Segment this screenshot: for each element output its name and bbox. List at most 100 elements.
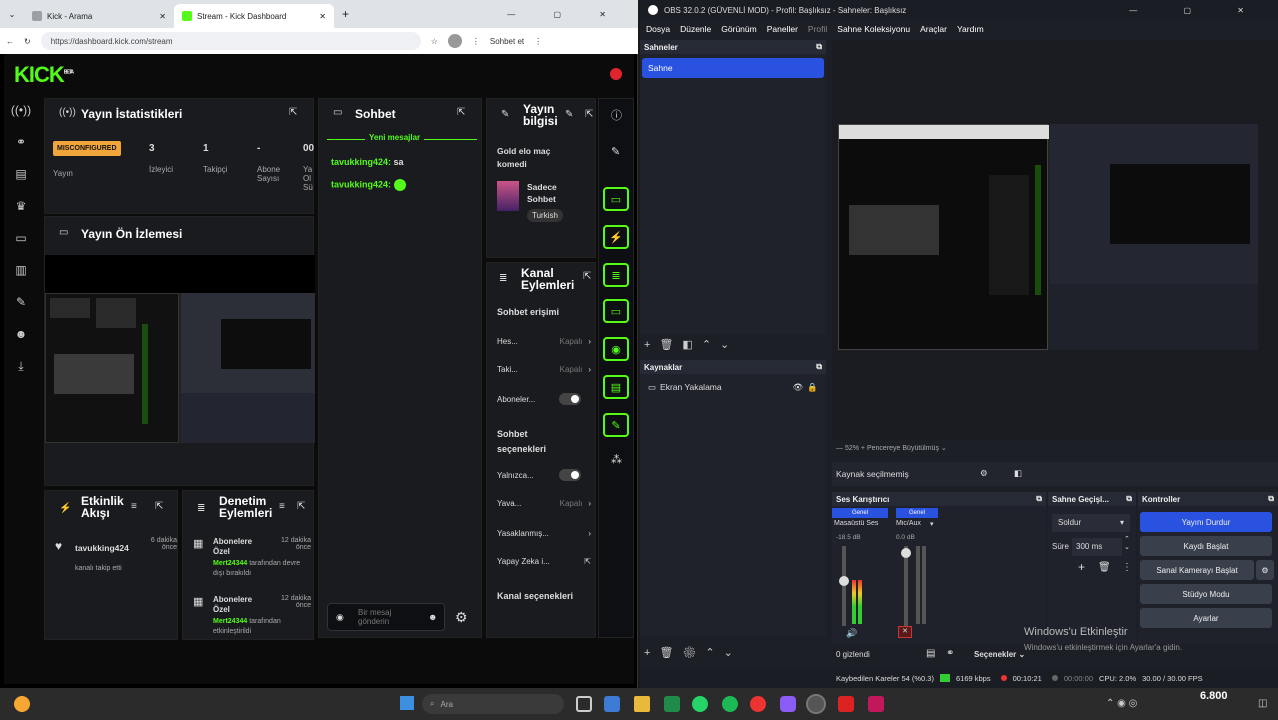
weather-icon[interactable] — [14, 696, 30, 712]
obs-preview-area[interactable] — [832, 40, 1278, 440]
back-icon[interactable]: ← — [6, 37, 14, 46]
stop-stream-button[interactable]: Yayını Durdur — [1140, 512, 1272, 532]
zoom-minus-icon[interactable]: — — [836, 445, 843, 452]
sidebar-cards-icon[interactable]: ▭ — [4, 222, 38, 254]
more-icon[interactable]: ⋮ — [472, 37, 480, 46]
youtube-music-icon[interactable] — [750, 696, 766, 712]
chat-smile-icon[interactable]: ☻ — [428, 612, 437, 622]
sidebar-link-icon[interactable]: ⚭ — [4, 126, 38, 158]
edit-pencil-icon[interactable]: ✎ — [565, 109, 573, 120]
sidebar-analytics-icon[interactable]: ▤ — [4, 158, 38, 190]
mixer-link-icon[interactable]: ⚭ — [946, 648, 954, 659]
add-transition-icon[interactable]: + — [1078, 560, 1085, 574]
quick-stream-button[interactable]: ◉ — [603, 337, 629, 361]
channel2-chevron-icon[interactable]: ▾ — [930, 520, 934, 528]
more-actions-icon[interactable]: ⁂ — [611, 453, 622, 466]
obs-taskbar-icon[interactable] — [806, 694, 826, 714]
scene-down-icon[interactable]: ⌄ — [720, 339, 738, 351]
channel1-volume-slider[interactable] — [839, 546, 849, 626]
menu-file[interactable]: Dosya — [646, 24, 670, 34]
menu-help[interactable]: Yardım — [957, 24, 984, 34]
taskbar-search[interactable]: ⌕ Ara — [422, 694, 564, 714]
start-record-button[interactable]: Kaydı Başlat — [1140, 536, 1272, 556]
actions-popout-icon[interactable]: ⇱ — [583, 271, 591, 282]
scene-item[interactable]: Sahne — [642, 58, 824, 78]
scene-up-icon[interactable]: ⌃ — [702, 339, 720, 351]
tab-menu-chevron-icon[interactable]: ⌄ — [0, 10, 24, 19]
slider-handle[interactable] — [901, 548, 911, 558]
store-icon[interactable] — [664, 696, 680, 712]
slider-handle[interactable] — [839, 576, 849, 586]
chat-popout-icon[interactable]: ⇱ — [457, 107, 465, 118]
dock-float-icon[interactable]: ⧉ — [1036, 494, 1042, 504]
dock-float-icon[interactable]: ⧉ — [1126, 494, 1132, 504]
activity-user[interactable]: tavukking424 — [75, 543, 129, 553]
moderation-user[interactable]: Mert24344 — [213, 560, 247, 567]
sidebar-download-icon[interactable]: ⤓ — [4, 350, 38, 382]
menu-icon[interactable]: ⋮ — [534, 37, 542, 46]
file-explorer-icon[interactable] — [634, 696, 650, 712]
discord-icon[interactable] — [780, 696, 796, 712]
quick-bolt-button[interactable]: ⚡ — [603, 225, 629, 249]
chat-settings-gear-icon[interactable]: ⚙ — [455, 609, 468, 626]
options-menu[interactable]: Seçenekler ⌄ — [974, 650, 1025, 659]
moderation-user[interactable]: Mert24344 — [213, 618, 247, 625]
scene-filter-icon[interactable]: ◧ — [682, 339, 701, 351]
action-row[interactable]: Taki... Kapalı › — [497, 365, 591, 374]
action-row[interactable]: Yava... Kapalı › — [497, 499, 591, 508]
app-pink-icon[interactable] — [868, 696, 884, 712]
filter-icon[interactable]: ≡ — [131, 501, 137, 512]
taskbar-clock[interactable]: 6.800 — [1200, 690, 1228, 702]
kick-logo[interactable]: KICKBETA — [14, 62, 74, 88]
url-field[interactable]: https://dashboard.kick.com/stream — [40, 32, 421, 50]
channel2-volume-slider[interactable] — [901, 546, 911, 626]
add-source-icon[interactable]: + — [644, 647, 659, 659]
start-windows-icon[interactable] — [400, 696, 414, 710]
subscribers-only-toggle[interactable] — [559, 393, 581, 405]
transition-select[interactable]: Soldur ▾ — [1052, 514, 1130, 532]
start-virtual-camera-button[interactable]: Sanal Kamerayı Başlat — [1140, 560, 1254, 580]
mixer-layout-icon[interactable]: ▤ — [926, 648, 935, 659]
quick-media-button[interactable]: ▤ — [603, 375, 629, 399]
bookmark-icon[interactable]: ☆ — [431, 37, 438, 46]
dock-float-icon[interactable]: ⧉ — [1268, 494, 1274, 504]
app-red-icon[interactable] — [838, 696, 854, 712]
chat-emoji-icon[interactable]: ◉ — [336, 612, 344, 623]
visibility-eye-icon[interactable]: 👁 — [793, 382, 804, 393]
popout-icon[interactable]: ⇱ — [289, 107, 297, 118]
properties-gear-icon[interactable]: ⚙ — [980, 468, 988, 479]
edge-browser-icon[interactable] — [604, 696, 620, 712]
info-icon[interactable]: ⓘ — [611, 107, 622, 123]
duration-field[interactable]: 300 ms — [1072, 538, 1122, 556]
copilot-label[interactable]: Sohbet et — [490, 37, 524, 46]
remove-scene-icon[interactable]: 🗑 — [659, 339, 682, 351]
settings-button[interactable]: Ayarlar — [1140, 608, 1272, 628]
quick-list-button[interactable]: ≣ — [603, 263, 629, 287]
chat-input[interactable]: ◉ Bir mesaj gönderin ☻ — [327, 603, 445, 631]
action-row[interactable]: Hes... Kapalı › — [497, 337, 591, 346]
tab-kick-search[interactable]: Kick - Arama ✕ — [24, 4, 174, 28]
menu-edit[interactable]: Düzenle — [680, 24, 711, 34]
sidebar-stream-icon[interactable]: ((•)) — [4, 94, 38, 126]
source-settings-gear-icon[interactable]: ⚙ — [682, 647, 705, 659]
sidebar-trophy-icon[interactable]: ♛ — [4, 190, 38, 222]
dock-float-icon[interactable]: ⧉ — [816, 362, 822, 372]
studio-mode-button[interactable]: Stüdyo Modu — [1140, 584, 1272, 604]
duration-stepper-icon[interactable]: ⌃ ⌄ — [1124, 536, 1130, 552]
menu-tools[interactable]: Araçlar — [920, 24, 947, 34]
pencil-icon[interactable]: ✎ — [611, 145, 620, 158]
refresh-icon[interactable]: ↻ — [24, 37, 31, 46]
add-scene-icon[interactable]: + — [644, 339, 659, 351]
preview-mode[interactable]: Pencereye Büyütülmüş — [867, 445, 939, 452]
channel2-muted-icon[interactable]: ✕ — [898, 626, 912, 638]
quick-tools-button[interactable]: ✎ — [603, 413, 629, 437]
spotify-icon[interactable] — [722, 696, 738, 712]
menu-scene-collection[interactable]: Sahne Koleksiyonu — [837, 24, 910, 34]
action-row[interactable]: Yapay Zeka i... ⇱ — [497, 557, 591, 566]
quick-card-button[interactable]: ▭ — [603, 187, 629, 211]
tab-kick-dashboard[interactable]: Stream - Kick Dashboard ✕ — [174, 4, 334, 28]
lock-icon[interactable]: 🔒 — [807, 382, 818, 393]
menu-view[interactable]: Görünüm — [721, 24, 756, 34]
action-row[interactable]: Yasaklanmış... › — [497, 529, 591, 538]
source-item[interactable]: ▭ Ekran Yakalama 👁 🔒 — [642, 378, 824, 396]
